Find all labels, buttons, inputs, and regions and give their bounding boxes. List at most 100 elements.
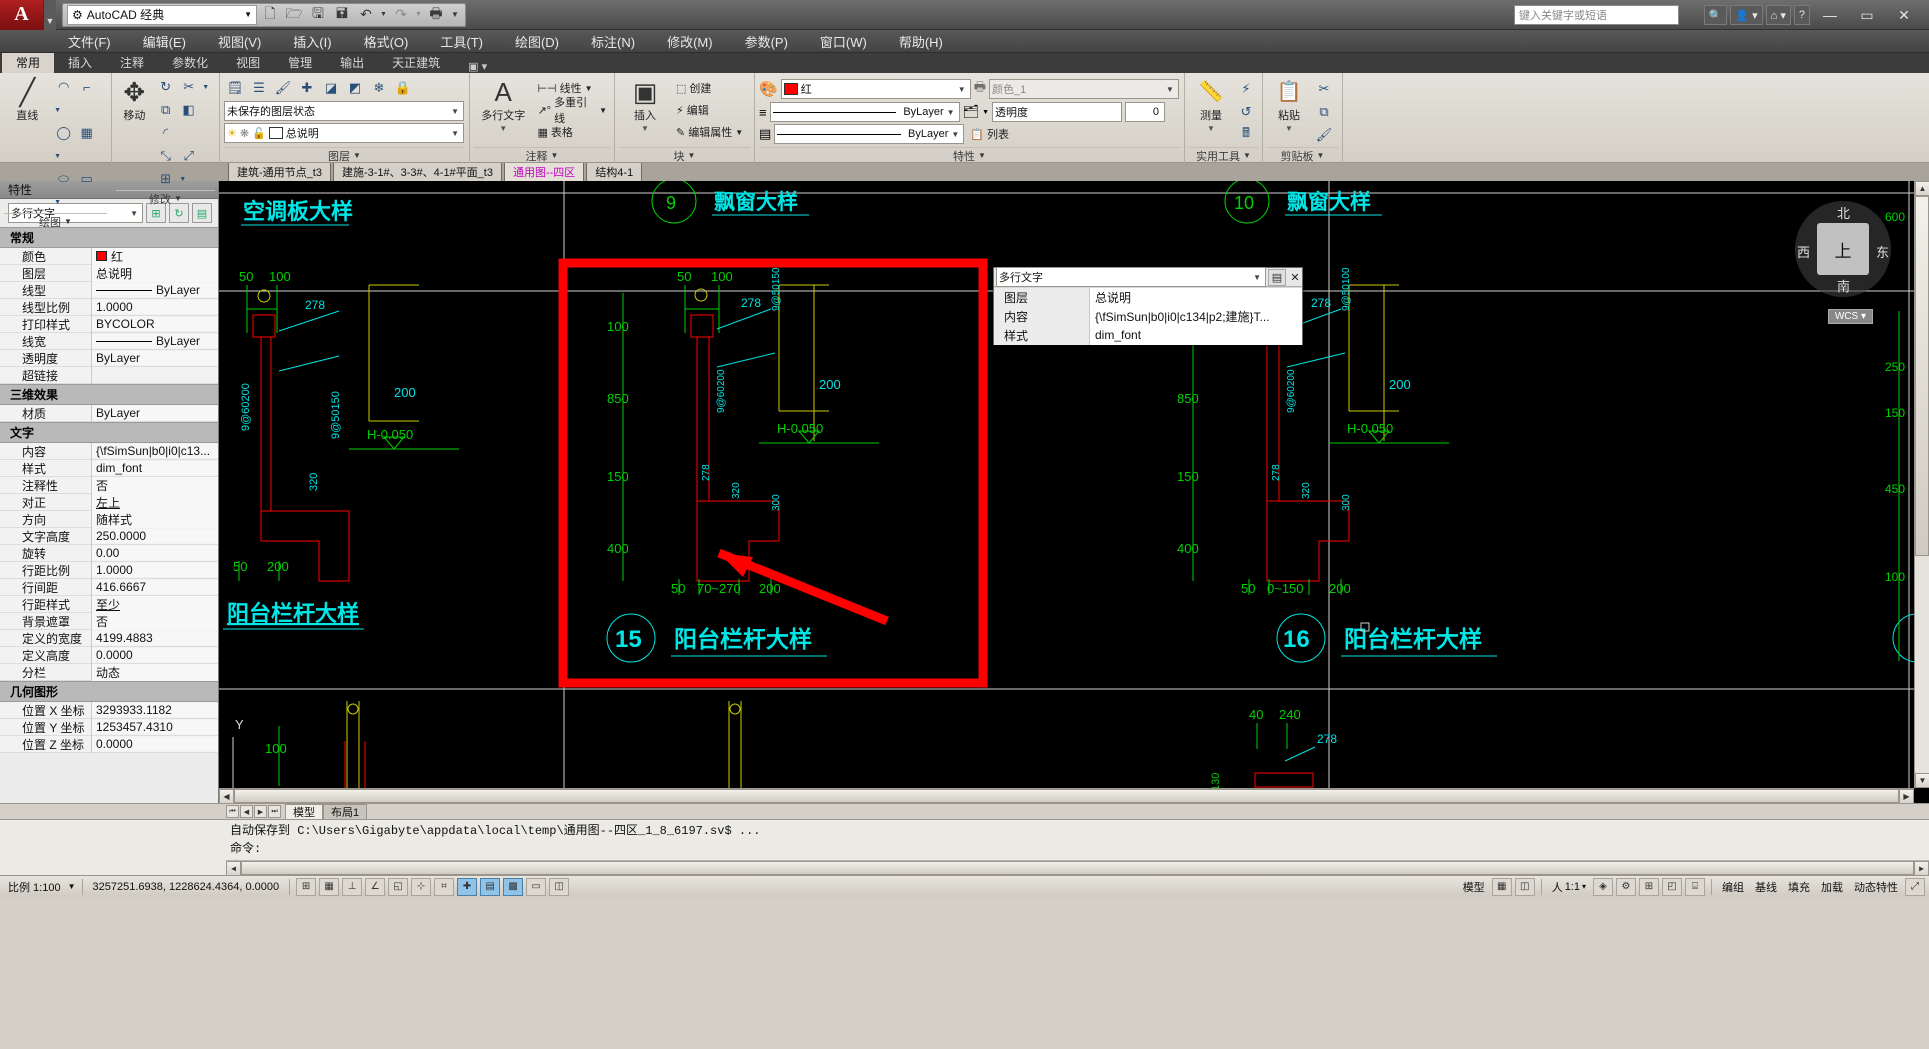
- property-row-position-z[interactable]: 位置 Z 坐标 0.0000: [0, 735, 218, 753]
- property-row-position-y[interactable]: 位置 Y 坐标 1253457.4310: [0, 718, 218, 736]
- property-row-defined-width[interactable]: 定义的宽度 4199.4883: [0, 629, 218, 647]
- move-button[interactable]: ✥ 移动: [116, 76, 153, 123]
- prop-value-text[interactable]: 总说明: [92, 264, 218, 282]
- panel-title-properties[interactable]: 特性 ▼: [759, 147, 1180, 163]
- toolbar-lock-icon[interactable]: ◰: [1662, 877, 1682, 896]
- quick-properties-options-icon[interactable]: ▤: [1268, 268, 1286, 286]
- view-cube-north[interactable]: 北: [1837, 203, 1850, 222]
- ribbon-panel-switcher-icon[interactable]: ▣ ▾: [468, 60, 487, 73]
- transparency-value-box[interactable]: 0: [1125, 102, 1166, 122]
- file-tab-3[interactable]: 结构4-1: [586, 162, 643, 181]
- property-row-line-space-style[interactable]: 行距样式 至少: [0, 595, 218, 613]
- edit-block-button[interactable]: ⚡ 编辑: [673, 100, 746, 120]
- scroll-up-icon[interactable]: ▲: [1915, 181, 1929, 196]
- prop-value-linetype[interactable]: ByLayer: [92, 283, 218, 297]
- scale-icon[interactable]: ⤢: [178, 145, 200, 167]
- new-file-icon[interactable]: 🗋: [259, 5, 281, 25]
- quick-select-palette-icon[interactable]: ↻: [169, 203, 189, 223]
- prop-value-text[interactable]: 左上: [92, 493, 218, 511]
- layer-new-icon[interactable]: ✚: [296, 77, 318, 99]
- paste-button[interactable]: 📋 粘贴 ▼: [1267, 76, 1311, 133]
- menu-modify[interactable]: 修改(M): [651, 30, 729, 53]
- canvas-horizontal-scrollbar[interactable]: ◀ ▶: [219, 788, 1914, 803]
- ribbon-tab-tangent-arch[interactable]: 天正建筑: [378, 53, 454, 73]
- undo-dropdown-icon[interactable]: ▼: [379, 5, 388, 25]
- toggle-palette-icon[interactable]: ▤: [192, 203, 212, 223]
- prop-value-text[interactable]: 0.0000: [92, 737, 218, 751]
- prop-value-text[interactable]: 动态: [92, 663, 218, 681]
- property-row-line-space-distance[interactable]: 行间距 416.6667: [0, 578, 218, 596]
- prop-value-text[interactable]: 4199.4883: [92, 631, 218, 645]
- property-row-contents[interactable]: 内容 {\fSimSun|b0|i0|c13...: [0, 442, 218, 460]
- view-cube-south[interactable]: 南: [1837, 276, 1850, 295]
- dynamic-input-toggle[interactable]: ✚: [457, 877, 478, 896]
- view-cube-west[interactable]: 西: [1797, 242, 1810, 261]
- transparency-input[interactable]: 透明度: [992, 102, 1123, 122]
- property-row-direction[interactable]: 方向 随样式: [0, 510, 218, 528]
- prop-value-text[interactable]: 至少: [92, 595, 218, 613]
- layer-isolate-icon[interactable]: ☰: [248, 77, 270, 99]
- panel-title-utilities[interactable]: 实用工具 ▼: [1189, 147, 1258, 163]
- property-row-material[interactable]: 材质 ByLayer: [0, 404, 218, 422]
- prop-value-text[interactable]: BYCOLOR: [92, 317, 218, 331]
- clean-screen-icon[interactable]: ⤢: [1905, 877, 1925, 896]
- prop-value-text[interactable]: 416.6667: [92, 580, 218, 594]
- mtext-button[interactable]: A 多行文字 ▼: [474, 76, 532, 133]
- quick-property-row-contents[interactable]: 内容 {\fSimSun|b0|i0|c134|p2;建施}T...: [994, 306, 1302, 326]
- rectangle-icon[interactable]: ▭: [76, 168, 98, 190]
- layer-off-icon[interactable]: ◪: [320, 77, 342, 99]
- prop-value-text[interactable]: 随样式: [92, 510, 218, 528]
- open-file-icon[interactable]: 🗁: [283, 5, 305, 25]
- cmd-scroll-right-icon[interactable]: ▶: [1914, 861, 1929, 876]
- property-row-defined-height[interactable]: 定义高度 0.0000: [0, 646, 218, 664]
- polyline-icon[interactable]: ⌐: [76, 76, 98, 98]
- lineweight-stack-icon[interactable]: ▤: [759, 126, 771, 142]
- prop-value-color[interactable]: 红: [92, 247, 218, 265]
- ribbon-tab-view[interactable]: 视图: [222, 53, 274, 73]
- property-row-background-mask[interactable]: 背景遮罩 否: [0, 612, 218, 630]
- menu-window[interactable]: 窗口(W): [804, 30, 883, 53]
- prop-value-text[interactable]: 3293933.1182: [92, 703, 218, 717]
- close-icon[interactable]: ✕: [1288, 271, 1302, 284]
- layer-on-icon[interactable]: ◩: [344, 77, 366, 99]
- annotation-scale-chip[interactable]: 人 1:1 ▾: [1548, 879, 1590, 895]
- measure-button[interactable]: 📏 测量 ▼: [1189, 76, 1233, 133]
- property-row-annotative[interactable]: 注释性 否: [0, 476, 218, 494]
- cmd-scroll-thumb[interactable]: [241, 861, 1914, 875]
- object-snap-tracking-toggle[interactable]: ⊹: [411, 877, 432, 896]
- ribbon-tab-parametric[interactable]: 参数化: [158, 53, 222, 73]
- fillet-icon[interactable]: ◜: [155, 122, 177, 144]
- object-snap-toggle[interactable]: ◱: [388, 877, 409, 896]
- linetype-combo[interactable]: ByLayer ▼: [769, 102, 960, 122]
- view-cube[interactable]: 上 北 南 东 西: [1795, 201, 1891, 297]
- view-cube-east[interactable]: 东: [1876, 242, 1889, 261]
- property-row-color[interactable]: 颜色 红: [0, 247, 218, 265]
- linetype-stack-icon[interactable]: ≡: [759, 105, 767, 120]
- panel-title-clipboard[interactable]: 剪贴板 ▼: [1267, 147, 1338, 163]
- layout-next-icon[interactable]: ▶: [254, 805, 267, 818]
- model-tab[interactable]: 模型: [285, 804, 323, 819]
- panel-title-block[interactable]: 块 ▼: [619, 147, 750, 163]
- prop-value-text[interactable]: 0.0000: [92, 648, 218, 662]
- list-button[interactable]: 📋 列表: [967, 124, 1012, 144]
- array-dropdown-icon[interactable]: ▼: [178, 168, 188, 190]
- layer-freeze-icon[interactable]: ❄: [368, 77, 390, 99]
- status-load-label[interactable]: 加载: [1817, 879, 1847, 895]
- arc-icon[interactable]: ◠: [53, 76, 75, 98]
- plot-icon[interactable]: 🖶: [425, 5, 447, 25]
- ellipse-icon[interactable]: ⬭: [53, 168, 75, 190]
- annotation-visibility-icon[interactable]: ◈: [1593, 877, 1613, 896]
- selection-cycling-toggle[interactable]: ◫: [549, 877, 570, 896]
- infocenter-icon[interactable]: 🔍: [1703, 5, 1728, 25]
- undo-icon[interactable]: ↶: [355, 5, 377, 25]
- insert-block-button[interactable]: ▣ 插入 ▼: [619, 76, 671, 133]
- qp-value[interactable]: dim_font: [1090, 325, 1302, 345]
- trim-dropdown-icon[interactable]: ▼: [201, 76, 211, 98]
- maximize-button[interactable]: ▭: [1850, 1, 1884, 29]
- quick-properties-toggle[interactable]: ▭: [526, 877, 547, 896]
- command-line-scrollbar[interactable]: ◀ ▶: [226, 860, 1929, 876]
- layer-lock-icon[interactable]: 🔒: [392, 77, 414, 99]
- property-row-position-x[interactable]: 位置 X 坐标 3293933.1182: [0, 701, 218, 719]
- cut-icon[interactable]: ✂: [1313, 78, 1335, 100]
- workspace-selector[interactable]: ⚙ AutoCAD 经典 ▼: [67, 4, 257, 25]
